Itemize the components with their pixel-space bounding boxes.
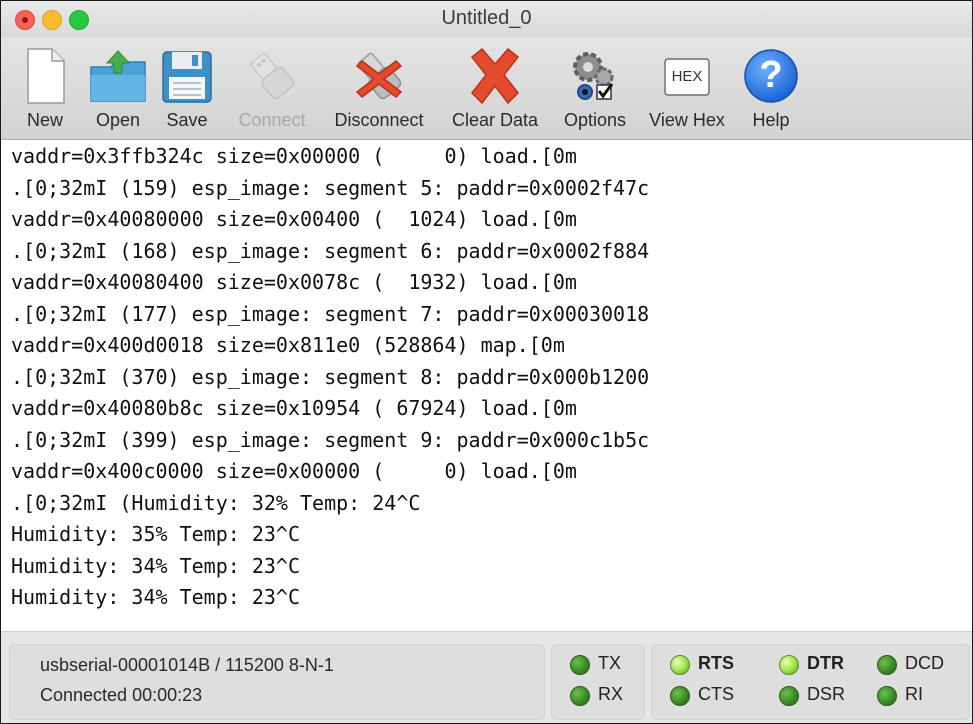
view-hex-label: View Hex xyxy=(649,110,725,130)
save-disk-icon xyxy=(162,51,212,103)
dcd-label: DCD xyxy=(905,653,944,673)
options-label: Options xyxy=(563,110,627,130)
save-button[interactable]: Save xyxy=(159,37,215,139)
gears-checkbox-icon xyxy=(573,52,614,100)
new-document-icon xyxy=(27,48,65,104)
open-button[interactable]: Open xyxy=(85,37,151,139)
control-lines-panel: RTS CTS DTR DSR DCD RI xyxy=(651,644,970,720)
ri-led-icon xyxy=(877,686,897,706)
cts-label: CTS xyxy=(698,684,734,704)
connect-label: Connect xyxy=(238,110,306,130)
toolbar: New Open Save Connect Disconnect Clear D… xyxy=(1,37,972,140)
help-icon-text: ? xyxy=(759,54,783,96)
options-button[interactable]: Options xyxy=(555,37,635,139)
dcd-led-icon xyxy=(877,655,897,675)
rx-label: RX xyxy=(598,684,624,704)
terminal-line: vaddr=0x40080400 size=0x0078c ( 1932) lo… xyxy=(11,270,577,294)
open-label: Open xyxy=(95,110,141,130)
terminal-line: .[0;32mI (159) esp_image: segment 5: pad… xyxy=(11,176,650,200)
dtr-label: DTR xyxy=(807,653,844,673)
terminal-line: vaddr=0x40080000 size=0x00400 ( 1024) lo… xyxy=(11,207,577,231)
open-folder-icon xyxy=(90,50,146,102)
tx-rx-panel: TX RX xyxy=(551,644,645,720)
terminal-output[interactable]: vaddr=0x3ffb324c size=0x00000 ( 0) load.… xyxy=(1,140,972,631)
new-label: New xyxy=(26,110,63,130)
rx-led-icon xyxy=(570,686,590,706)
disconnect-plug-icon xyxy=(355,52,403,100)
tx-label: TX xyxy=(598,653,622,673)
title-bar: Untitled_0 xyxy=(1,1,972,37)
help-label: Help xyxy=(752,110,790,130)
terminal-line: .[0;32mI (168) esp_image: segment 6: pad… xyxy=(11,239,650,263)
connect-button[interactable]: Connect xyxy=(229,37,315,139)
clear-data-label: Clear Data xyxy=(451,110,539,130)
rts-led-icon[interactable] xyxy=(670,655,690,675)
disconnect-button[interactable]: Disconnect xyxy=(325,37,433,139)
hex-icon-text: HEX xyxy=(671,68,703,85)
clear-x-icon xyxy=(470,47,520,105)
disconnect-label: Disconnect xyxy=(334,110,424,130)
terminal-line: Humidity: 34% Temp: 23^C xyxy=(11,554,300,578)
cts-led-icon xyxy=(670,686,690,706)
terminal-line: .[0;32mI (370) esp_image: segment 8: pad… xyxy=(11,365,650,389)
clear-data-button[interactable]: Clear Data xyxy=(443,37,547,139)
ri-label: RI xyxy=(905,684,923,704)
terminal-line: .[0;32mI (Humidity: 32% Temp: 24^C xyxy=(11,491,421,515)
port-settings-text: usbserial-00001014B / 115200 8-N-1 xyxy=(40,655,334,675)
terminal-line: Humidity: 34% Temp: 23^C xyxy=(11,585,300,609)
connection-info-panel: usbserial-00001014B / 115200 8-N-1 Conne… xyxy=(9,644,545,720)
usb-plug-icon xyxy=(250,52,295,100)
dtr-led-icon[interactable] xyxy=(779,655,799,675)
terminal-line: vaddr=0x400d0018 size=0x811e0 (528864) m… xyxy=(11,333,565,357)
terminal-line: Humidity: 35% Temp: 23^C xyxy=(11,522,300,546)
save-label: Save xyxy=(166,110,208,130)
rts-label: RTS xyxy=(698,653,734,673)
help-button[interactable]: ? Help xyxy=(741,37,801,139)
connection-time-text: Connected 00:00:23 xyxy=(40,685,203,705)
terminal-line: .[0;32mI (177) esp_image: segment 7: pad… xyxy=(11,302,650,326)
view-hex-button[interactable]: HEX View Hex xyxy=(641,37,733,139)
terminal-line: vaddr=0x400c0000 size=0x00000 ( 0) load.… xyxy=(11,459,577,483)
new-button[interactable]: New xyxy=(17,37,73,139)
dsr-label: DSR xyxy=(807,684,846,704)
dsr-led-icon xyxy=(779,686,799,706)
terminal-line: vaddr=0x3ffb324c size=0x00000 ( 0) load.… xyxy=(11,144,577,168)
terminal-line: vaddr=0x40080b8c size=0x10954 ( 67924) l… xyxy=(11,396,577,420)
status-bar: usbserial-00001014B / 115200 8-N-1 Conne… xyxy=(1,631,972,723)
app-window: Untitled_0 New Open Save Connect Disconn… xyxy=(0,0,973,724)
window-title: Untitled_0 xyxy=(441,7,532,29)
tx-led-icon xyxy=(570,655,590,675)
terminal-line: .[0;32mI (399) esp_image: segment 9: pad… xyxy=(11,428,650,452)
